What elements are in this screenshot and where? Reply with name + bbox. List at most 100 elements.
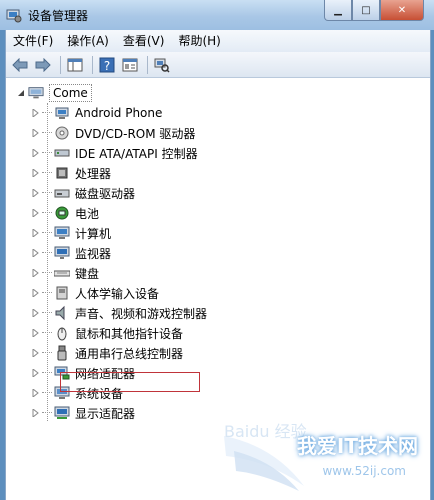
- baidu-jingyan-logo: Baidu 经验: [224, 422, 307, 441]
- tree-connector: [42, 372, 52, 374]
- device-manager-icon: [6, 9, 22, 23]
- tree-item[interactable]: Android Phone: [30, 103, 162, 123]
- tree-item[interactable]: DVD/CD-ROM 驱动器: [30, 123, 195, 143]
- back-button[interactable]: [10, 55, 30, 75]
- menu-action[interactable]: 操作(A): [60, 31, 116, 51]
- svg-text:?: ?: [104, 59, 110, 73]
- tree-item[interactable]: 鼠标和其他指针设备: [30, 323, 183, 343]
- expand-arrow-icon[interactable]: [30, 188, 40, 198]
- properties-button[interactable]: [120, 55, 140, 75]
- properties-icon: [122, 58, 138, 71]
- speaker-icon: [54, 305, 70, 321]
- tree-root[interactable]: Come: [16, 83, 92, 103]
- expand-arrow-icon[interactable]: [30, 128, 40, 138]
- forward-arrow-icon: [35, 57, 51, 72]
- toolbar-separator: [60, 55, 61, 74]
- tree-connector: [42, 392, 52, 394]
- tree-item-label: 通用串行总线控制器: [75, 346, 184, 361]
- minimize-icon: ▁: [334, 4, 342, 16]
- tree-item-label: Android Phone: [75, 106, 163, 120]
- usb-highlight-box: [60, 372, 200, 392]
- help-icon: ?: [99, 57, 115, 73]
- menu-view[interactable]: 查看(V): [116, 31, 172, 51]
- tree-item-label: DVD/CD-ROM 驱动器: [75, 126, 196, 141]
- tree-item[interactable]: 人体学输入设备: [30, 283, 159, 303]
- expand-arrow-icon[interactable]: [30, 328, 40, 338]
- tree-item-label: 声音、视频和游戏控制器: [75, 306, 208, 321]
- tree-item-label: 鼠标和其他指针设备: [75, 326, 184, 341]
- tree-item[interactable]: 计算机: [30, 223, 111, 243]
- tree-item[interactable]: 处理器: [30, 163, 111, 183]
- tree-item[interactable]: 磁盘驱动器: [30, 183, 135, 203]
- monitor-icon: [54, 245, 70, 261]
- tree-connector: [42, 312, 52, 314]
- tree-item[interactable]: 键盘: [30, 263, 99, 283]
- tree-item-label: 键盘: [75, 266, 100, 281]
- usb-icon: [54, 345, 70, 361]
- device-manager-window: 设备管理器 ▁ □ ✕ 文件(F) 操作(A) 查看(V) 帮助(H) ? Co…: [0, 0, 434, 500]
- tree-item-label: 处理器: [75, 166, 112, 181]
- expand-arrow-icon[interactable]: [30, 148, 40, 158]
- close-button[interactable]: ✕: [380, 0, 424, 21]
- caption-buttons: ▁ □ ✕: [324, 0, 424, 21]
- tree-connector: [42, 352, 52, 354]
- close-icon: ✕: [397, 4, 407, 16]
- maximize-icon: □: [361, 4, 371, 16]
- display-adapter-icon: [54, 405, 70, 421]
- expand-arrow-icon[interactable]: [30, 408, 40, 418]
- tree-item-label: IDE ATA/ATAPI 控制器: [75, 146, 198, 161]
- maximize-button[interactable]: □: [352, 0, 380, 21]
- tree-item[interactable]: 声音、视频和游戏控制器: [30, 303, 207, 323]
- watermark: Baidu 经验 我爱IT技术网 www.52ij.com: [214, 416, 424, 496]
- root-computer-label: Come: [49, 84, 92, 102]
- help-button[interactable]: ?: [97, 55, 117, 75]
- scan-hardware-button[interactable]: [152, 55, 172, 75]
- tree-item-label: 显示适配器: [75, 406, 136, 421]
- expand-arrow-icon[interactable]: [30, 388, 40, 398]
- computer-icon: [54, 225, 70, 241]
- menu-file[interactable]: 文件(F): [6, 31, 60, 51]
- toolbar-separator: [92, 55, 93, 74]
- collapse-arrow-icon[interactable]: [16, 88, 26, 98]
- expand-arrow-icon[interactable]: [30, 168, 40, 178]
- tree-item[interactable]: 通用串行总线控制器: [30, 343, 183, 363]
- minimize-button[interactable]: ▁: [324, 0, 352, 21]
- console-tree-icon: [67, 58, 83, 71]
- expand-arrow-icon[interactable]: [30, 268, 40, 278]
- tree-connector: [42, 112, 52, 114]
- expand-arrow-icon[interactable]: [30, 208, 40, 218]
- expand-arrow-icon[interactable]: [30, 288, 40, 298]
- computer-root-icon: [28, 85, 44, 101]
- back-arrow-icon: [12, 57, 28, 72]
- forward-button[interactable]: [33, 55, 53, 75]
- client-area: 文件(F) 操作(A) 查看(V) 帮助(H) ? Come Android P…: [5, 30, 431, 500]
- tree-connector: [42, 252, 52, 254]
- tree-item[interactable]: IDE ATA/ATAPI 控制器: [30, 143, 198, 163]
- expand-arrow-icon[interactable]: [30, 308, 40, 318]
- show-hide-tree-button[interactable]: [65, 55, 85, 75]
- tree-connector: [42, 232, 52, 234]
- expand-arrow-icon[interactable]: [30, 228, 40, 238]
- tree-connector: [42, 292, 52, 294]
- title-bar[interactable]: 设备管理器 ▁ □ ✕: [0, 0, 434, 30]
- expand-arrow-icon[interactable]: [30, 108, 40, 118]
- menu-bar: 文件(F) 操作(A) 查看(V) 帮助(H): [6, 30, 430, 53]
- tree-connector: [42, 172, 52, 174]
- window-title: 设备管理器: [28, 9, 89, 23]
- expand-arrow-icon[interactable]: [30, 348, 40, 358]
- tree-item-label: 磁盘驱动器: [75, 186, 136, 201]
- phone-device-icon: [54, 105, 70, 121]
- hid-icon: [54, 285, 70, 301]
- processor-icon: [54, 165, 70, 181]
- tree-item[interactable]: 电池: [30, 203, 99, 223]
- disc-drive-icon: [54, 125, 70, 141]
- tree-item-label: 电池: [75, 206, 100, 221]
- expand-arrow-icon[interactable]: [30, 368, 40, 378]
- tree-item[interactable]: 显示适配器: [30, 403, 135, 423]
- menu-help[interactable]: 帮助(H): [171, 31, 227, 51]
- tree-item[interactable]: 监视器: [30, 243, 111, 263]
- tree-item-label: 计算机: [75, 226, 112, 241]
- tree-item-label: 监视器: [75, 246, 112, 261]
- tree-connector: [42, 152, 52, 154]
- expand-arrow-icon[interactable]: [30, 248, 40, 258]
